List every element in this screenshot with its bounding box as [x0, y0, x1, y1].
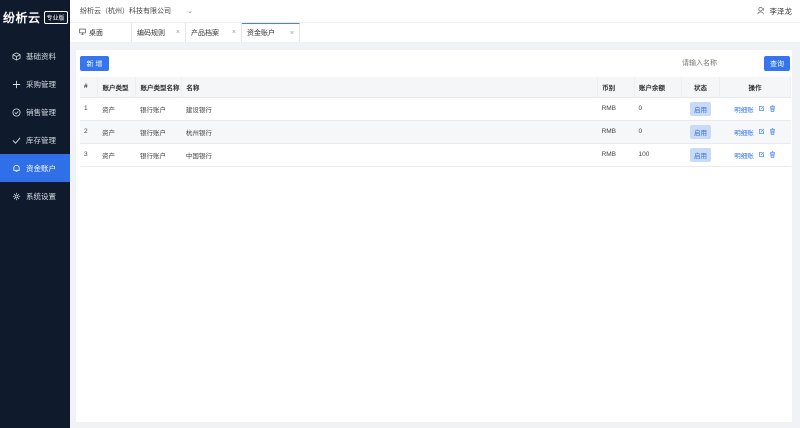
tab-label: 桌面	[89, 29, 103, 37]
sidebar-item-label: 采购管理	[26, 79, 56, 89]
check-circle-icon	[12, 107, 21, 117]
user-icon	[756, 6, 766, 17]
sidebar-item-basic-data[interactable]: 基础资料	[0, 42, 70, 70]
sidebar-item-purchase[interactable]: 采购管理	[0, 70, 70, 98]
sidebar: 纷析云 专业版 基础资料 采购管理 销售管理 库存管理 资金账户 系统设置	[0, 0, 70, 428]
row-account-type-name: 银行账户	[135, 143, 182, 167]
close-icon[interactable]: ×	[176, 29, 180, 36]
user-menu[interactable]: 李泽龙	[756, 0, 793, 22]
tab-desktop[interactable]: 桌面	[74, 23, 132, 42]
detail-ledger-link[interactable]: 明细账	[734, 127, 754, 137]
status-badge[interactable]: 启用	[690, 147, 711, 162]
edit-icon[interactable]	[758, 105, 765, 112]
table-row: 3 资产 银行账户 中国银行 RMB 100 启用 明细账	[80, 143, 791, 167]
company-selector[interactable]: 纷析云（杭州）科技有限公司 ⌄	[80, 6, 193, 16]
row-actions: 明细账	[719, 143, 791, 167]
row-currency: RMB	[597, 143, 635, 167]
col-actions: 操作	[719, 77, 792, 98]
monitor-icon	[79, 28, 86, 37]
sidebar-item-fund-account[interactable]: 资金账户	[0, 154, 70, 182]
sidebar-item-label: 销售管理	[26, 107, 56, 117]
row-index: 2	[80, 120, 98, 144]
row-account-type: 资产	[97, 120, 136, 144]
row-currency: RMB	[597, 97, 635, 121]
tab-bar: 桌面 编码规则 × 产品档案 × 资金账户 ×	[70, 22, 800, 42]
sidebar-item-settings[interactable]: 系统设置	[0, 182, 70, 210]
row-index: 3	[80, 143, 98, 167]
plus-icon	[12, 80, 21, 89]
logo: 纷析云 专业版	[0, 0, 70, 34]
edit-icon[interactable]	[758, 151, 765, 158]
tab-fund-account[interactable]: 资金账户 ×	[242, 23, 300, 42]
status-badge[interactable]: 启用	[690, 124, 711, 139]
sidebar-item-inventory[interactable]: 库存管理	[0, 126, 70, 154]
col-account-type: 账户类型	[97, 77, 137, 98]
query-button[interactable]: 查询	[764, 56, 790, 71]
delete-icon[interactable]	[769, 151, 776, 158]
sidebar-item-label: 资金账户	[26, 163, 56, 173]
sidebar-item-label: 基础资料	[26, 51, 56, 61]
company-name: 纷析云（杭州）科技有限公司	[80, 8, 171, 15]
detail-ledger-link[interactable]: 明细账	[734, 104, 754, 114]
row-status-cell: 启用	[681, 120, 720, 144]
box-icon	[12, 51, 21, 61]
check-icon	[12, 136, 21, 145]
tab-product-archive[interactable]: 产品档案 ×	[186, 23, 242, 42]
col-index: #	[80, 77, 99, 98]
detail-ledger-link[interactable]: 明细账	[734, 150, 754, 160]
search-input[interactable]	[678, 56, 760, 71]
status-badge[interactable]: 启用	[690, 101, 711, 116]
user-name: 李泽龙	[769, 6, 793, 16]
col-status: 状态	[681, 77, 720, 98]
bell-icon	[12, 164, 21, 173]
row-index: 1	[80, 97, 98, 121]
close-icon[interactable]: ×	[290, 30, 294, 37]
accounts-table: # 账户类型 账户类型名称 名称 币别 账户余额 状态 操作 1 资产 银行账户…	[80, 77, 792, 167]
add-button[interactable]: 新 增	[80, 56, 109, 71]
row-name: 中国银行	[181, 143, 598, 167]
delete-icon[interactable]	[769, 105, 776, 112]
sidebar-item-label: 库存管理	[26, 135, 56, 145]
edition-badge: 专业版	[43, 10, 68, 24]
row-actions: 明细账	[719, 120, 791, 144]
delete-icon[interactable]	[769, 128, 776, 135]
table-row: 2 资产 银行账户 杭州银行 RMB 0 启用 明细账	[80, 120, 791, 144]
row-account-type: 资产	[97, 97, 136, 121]
row-actions: 明细账	[719, 97, 791, 121]
sidebar-item-label: 系统设置	[26, 191, 56, 201]
row-currency: RMB	[597, 120, 635, 144]
tab-label: 编码规则	[137, 29, 165, 37]
row-status-cell: 启用	[681, 143, 720, 167]
row-name: 杭州银行	[181, 120, 598, 144]
close-icon[interactable]: ×	[232, 29, 236, 36]
sidebar-menu: 基础资料 采购管理 销售管理 库存管理 资金账户 系统设置	[0, 42, 70, 210]
top-header: 纷析云（杭州）科技有限公司 ⌄ 李泽龙	[70, 0, 800, 22]
row-account-type-name: 银行账户	[135, 120, 182, 144]
sidebar-item-sales[interactable]: 销售管理	[0, 98, 70, 126]
gear-icon	[12, 192, 21, 201]
row-status-cell: 启用	[681, 97, 720, 121]
chevron-down-icon: ⌄	[187, 8, 193, 15]
col-currency: 币别	[597, 77, 636, 98]
row-balance: 0	[634, 120, 682, 144]
tab-label: 产品档案	[191, 29, 219, 37]
row-balance: 100	[634, 143, 682, 167]
table-header-row: # 账户类型 账户类型名称 名称 币别 账户余额 状态 操作	[80, 77, 792, 98]
col-name: 名称	[181, 77, 599, 98]
main-panel: 新 增 查询 # 账户类型 账户类型名称 名称 币别 账户余额 状态 操作 1 …	[76, 50, 792, 422]
tab-label: 资金账户	[247, 30, 275, 37]
col-account-type-name: 账户类型名称	[135, 77, 183, 98]
row-balance: 0	[634, 97, 682, 121]
col-balance: 账户余额	[634, 77, 683, 98]
tab-coding-rules[interactable]: 编码规则 ×	[132, 23, 186, 42]
table-row: 1 资产 银行账户 建设银行 RMB 0 启用 明细账	[80, 97, 791, 121]
edit-icon[interactable]	[758, 128, 765, 135]
logo-text: 纷析云	[3, 10, 41, 25]
row-name: 建设银行	[181, 97, 598, 121]
row-account-type: 资产	[97, 143, 136, 167]
row-account-type-name: 银行账户	[135, 97, 182, 121]
